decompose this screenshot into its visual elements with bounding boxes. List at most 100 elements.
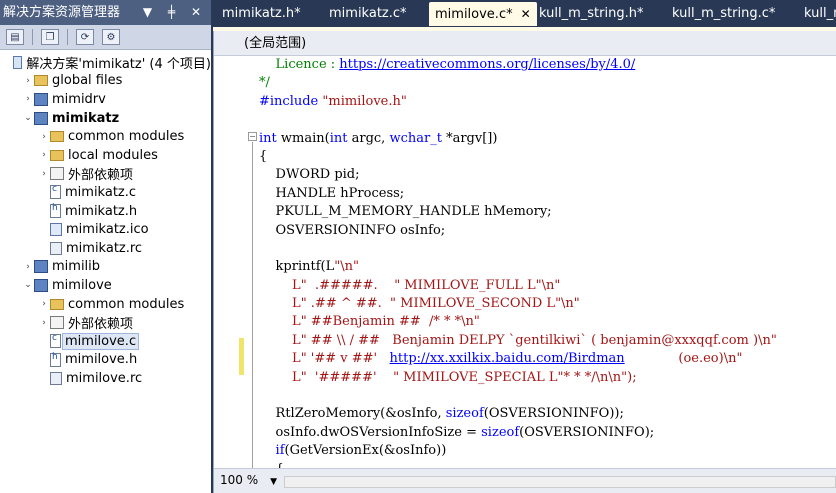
tab-label: kull_m: [804, 6, 836, 21]
toolbar-separator: [67, 29, 68, 45]
solution-tree: 解决方案'mimikatz' (4 个项目) › global files › mimi…: [0, 50, 211, 388]
document-tab-strip: mimikatz.h* mimikatz.c* mimilove.c* ✕ kull_m…: [213, 0, 836, 30]
solution-explorer-title: 解决方案资源管理器: [3, 5, 121, 20]
code-line: Licence : https://creativecommons.org/li…: [259, 56, 836, 74]
tree-item-label: mimidrv: [52, 91, 106, 107]
panel-window-buttons[interactable]: ▼ ╪ ✕: [143, 0, 207, 25]
tree-item[interactable]: 解决方案'mimikatz' (4 个项目): [0, 53, 211, 72]
code-token: int: [259, 130, 277, 146]
project-icon: [34, 260, 48, 274]
code-token: (OSVERSIONINFO);: [519, 424, 655, 440]
tab-2[interactable]: mimilove.c* ✕: [429, 2, 537, 26]
code-line: int wmain(int argc, wchar_t *argv[]): [259, 130, 836, 148]
expand-arrow-icon[interactable]: ›: [38, 150, 50, 160]
tab-4[interactable]: kull_m_string.c*: [672, 2, 775, 26]
tree-item-label: mimikatz.h: [65, 203, 138, 219]
solution-icon: [13, 55, 23, 69]
tree-item[interactable]: › mimidrv: [0, 90, 211, 109]
scope-dropdown[interactable]: (全局范围): [214, 31, 836, 56]
expand-arrow-icon[interactable]: ›: [22, 94, 34, 104]
code-token: L" '#####' " MIMILOVE_SPECIAL L"* * */\n…: [259, 369, 637, 385]
code-hyperlink[interactable]: http://xx.xxilkix.baidu.com/Birdman: [390, 351, 625, 366]
tab-5[interactable]: kull_m: [804, 2, 836, 26]
tree-item[interactable]: mimikatz.h: [0, 202, 211, 221]
code-token: wmain(: [276, 130, 330, 146]
code-token: PKULL_M_MEMORY_HANDLE hMemory;: [259, 204, 552, 220]
outline-guide: [252, 142, 253, 468]
tree-item-label: local modules: [68, 147, 158, 163]
tree-item[interactable]: mimilove.h: [0, 351, 211, 370]
tab-3[interactable]: kull_m_string.h*: [539, 2, 643, 26]
tree-item[interactable]: mimikatz.ico: [0, 220, 211, 239]
expand-arrow-icon[interactable]: ›: [38, 318, 50, 328]
folder-icon: [34, 75, 48, 87]
code-token: int: [329, 130, 348, 146]
tree-item[interactable]: mimikatz.rc: [0, 239, 211, 258]
image-file-icon: [50, 223, 62, 237]
code-token: osInfo.dwOSVersionInfoSize =: [259, 424, 482, 440]
tree-item[interactable]: ⌄ mimikatz: [0, 109, 211, 128]
tree-item[interactable]: › 外部依赖项: [0, 313, 211, 332]
tab-label: kull_m_string.h*: [539, 6, 644, 21]
editor-status-bar: 100 % ▼: [214, 468, 836, 493]
code-line: L" ##Benjamin ## /* * *\n": [259, 313, 836, 331]
horizontal-scrollbar[interactable]: [284, 476, 836, 488]
code-token: L" .#####. " MIMILOVE_FULL L"\n": [259, 277, 561, 293]
tree-item[interactable]: mimikatz.c: [0, 183, 211, 202]
code-hyperlink[interactable]: https://creativecommons.org/licenses/by/…: [339, 57, 635, 72]
expand-arrow-icon[interactable]: ›: [38, 299, 50, 309]
references-icon: [50, 167, 64, 181]
tree-item[interactable]: mimilove.c: [0, 332, 211, 351]
tree-item-label: mimilove.h: [65, 352, 138, 368]
code-token: *argv[]): [441, 130, 498, 146]
tree-item[interactable]: mimilove.rc: [0, 369, 211, 388]
tree-item-label: 解决方案'mimikatz' (4 个项目): [26, 56, 211, 72]
tab-0[interactable]: mimikatz.h*: [222, 2, 301, 26]
code-text-area[interactable]: Licence : https://creativecommons.org/li…: [259, 56, 836, 468]
header-file-icon: [50, 352, 61, 367]
expand-arrow-icon[interactable]: ›: [38, 132, 50, 142]
tree-item[interactable]: › mimilib: [0, 258, 211, 277]
code-line: kprintf(L"\n": [259, 258, 836, 276]
collapse-icon[interactable]: −: [248, 132, 257, 141]
show-all-files-icon[interactable]: ❐: [41, 29, 59, 45]
code-token: (oe.eo)\n": [624, 351, 743, 367]
tree-item-label: mimikatz.ico: [66, 222, 149, 238]
expand-arrow-icon[interactable]: ›: [22, 262, 34, 272]
tab-1[interactable]: mimikatz.c*: [329, 2, 407, 26]
expand-arrow-icon[interactable]: ›: [38, 169, 50, 179]
view-class-diagram-icon[interactable]: ⚙: [102, 29, 120, 45]
code-token: {: [259, 148, 268, 164]
tree-item[interactable]: › common modules: [0, 295, 211, 314]
tree-item[interactable]: ⌄ mimilove: [0, 276, 211, 295]
expand-arrow-icon[interactable]: ⌄: [22, 280, 34, 290]
tree-item[interactable]: › global files: [0, 72, 211, 91]
tree-item[interactable]: › local modules: [0, 146, 211, 165]
code-line: L" '#####' " MIMILOVE_SPECIAL L"* * */\n…: [259, 369, 836, 387]
tree-item[interactable]: › 外部依赖项: [0, 165, 211, 183]
c-file-icon: [50, 333, 61, 349]
expand-arrow-icon[interactable]: ›: [22, 76, 34, 86]
tree-item[interactable]: › common modules: [0, 127, 211, 146]
code-line: L" '## v ##' http://xx.xxilkix.baidu.com…: [259, 350, 836, 368]
code-token: #include: [259, 93, 323, 109]
editor-gutter: [214, 56, 242, 468]
zoom-level[interactable]: 100 %: [220, 473, 258, 487]
header-file-icon: [50, 203, 61, 219]
code-line: OSVERSIONINFO osInfo;: [259, 222, 836, 240]
code-editor[interactable]: (全局范围) − Licence : https://creativecommo…: [213, 31, 836, 493]
code-token: "mimilove.h": [322, 93, 407, 109]
tab-label: mimikatz.h*: [222, 6, 301, 21]
close-icon[interactable]: ✕: [521, 7, 531, 21]
tree-item-label: mimikatz.c: [65, 184, 137, 200]
folder-icon: [50, 149, 64, 161]
code-line: PKULL_M_MEMORY_HANDLE hMemory;: [259, 203, 836, 221]
expand-arrow-icon[interactable]: ⌄: [22, 113, 34, 123]
code-token: if: [275, 443, 285, 459]
code-token: L" '## v ##': [259, 351, 390, 367]
refresh-icon[interactable]: ⟳: [76, 29, 94, 45]
chevron-down-icon[interactable]: ▼: [270, 477, 277, 487]
properties-icon[interactable]: ▤: [6, 29, 24, 45]
tree-item-label: mimilove.rc: [66, 370, 143, 386]
